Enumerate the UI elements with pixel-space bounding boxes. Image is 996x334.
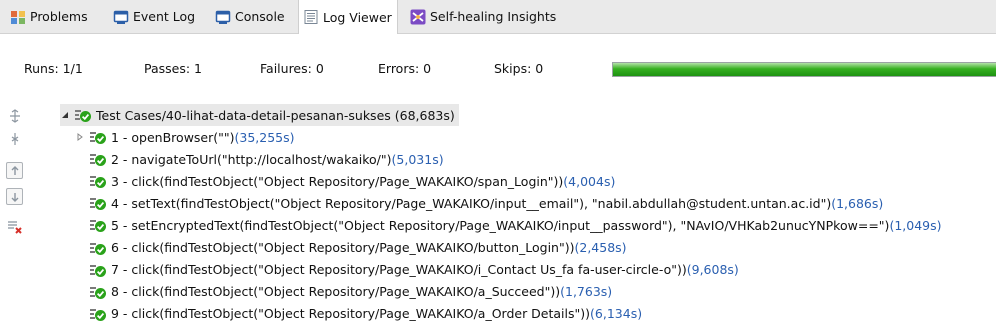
tab-label: Log Viewer — [323, 9, 392, 25]
tree-step-row[interactable]: 2 - navigateToUrl("http://localhost/waka… — [89, 148, 444, 170]
show-failures-only-icon — [7, 220, 22, 234]
test-progress-bar — [612, 62, 996, 77]
step-passed-icon — [90, 264, 106, 277]
passes-count: Passes: 1 — [144, 61, 203, 76]
expand-all-button[interactable] — [6, 107, 23, 124]
tab-log-viewer[interactable]: Log Viewer — [298, 0, 398, 34]
console-icon — [215, 10, 231, 24]
tab-label: Event Log — [133, 9, 196, 24]
tree-step-row[interactable]: 9 - click(findTestObject("Object Reposit… — [89, 303, 642, 325]
test-passed-icon — [75, 110, 91, 122]
step-text: 9 - click(findTestObject("Object Reposit… — [111, 306, 591, 322]
tab-problems[interactable]: Problems — [10, 0, 88, 33]
tree-step-row[interactable]: 6 - click(findTestObject("Object Reposit… — [89, 237, 627, 259]
progress-bar-fill — [613, 63, 996, 76]
step-duration: (6,134s) — [590, 306, 643, 322]
collapse-all-icon — [11, 132, 18, 145]
log-viewer-toolbar — [0, 104, 28, 254]
tab-label: Problems — [30, 9, 88, 24]
expand-all-icon — [9, 108, 20, 123]
tree-step-row[interactable]: 4 - setText(findTestObject("Object Repos… — [89, 192, 883, 214]
step-passed-icon — [90, 220, 106, 233]
previous-failure-icon — [11, 165, 18, 175]
tree-step-row[interactable]: 1 - openBrowser("") (35,255s) — [75, 126, 295, 148]
next-failure-icon — [11, 192, 18, 202]
runs-count: Runs: 1/1 — [24, 61, 83, 76]
log-viewer-icon — [304, 10, 318, 24]
problems-icon — [11, 10, 25, 24]
tree-step-row[interactable]: 7 - click(findTestObject("Object Reposit… — [89, 259, 739, 281]
test-run-summary: Runs: 1/1 Passes: 1 Failures: 0 Errors: … — [0, 54, 996, 84]
step-text: 6 - click(findTestObject("Object Reposit… — [111, 240, 575, 255]
step-passed-icon — [90, 308, 106, 321]
step-text: 2 - navigateToUrl("http://localhost/waka… — [111, 151, 392, 167]
tab-event-log[interactable]: Event Log — [113, 0, 195, 33]
tab-label: Console — [235, 9, 285, 24]
step-duration: (1,049s) — [889, 217, 942, 233]
step-text: 3 - click(findTestObject("Object Reposit… — [111, 173, 564, 189]
step-passed-icon — [90, 132, 106, 144]
tree-step-row[interactable]: 3 - click(findTestObject("Object Reposit… — [89, 170, 615, 192]
step-text: 8 - click(findTestObject("Object Reposit… — [111, 284, 561, 300]
step-text: 1 - openBrowser("") — [111, 129, 235, 145]
errors-count: Errors: 0 — [378, 61, 432, 76]
tree-step-row[interactable]: 5 - setEncryptedText(findTestObject("Obj… — [89, 214, 942, 236]
tab-label: Self-healing Insights — [430, 9, 557, 24]
collapsed-triangle-icon[interactable] — [75, 132, 85, 142]
tree-root-test-case[interactable]: Test Cases/40-lihat-data-detail-pesanan-… — [60, 104, 459, 126]
step-duration: (35,255s) — [234, 129, 295, 145]
tree-step-row[interactable]: 8 - click(findTestObject("Object Reposit… — [89, 281, 612, 303]
step-passed-icon — [90, 176, 106, 189]
collapse-all-button[interactable] — [6, 130, 23, 147]
step-text: 5 - setEncryptedText(findTestObject("Obj… — [111, 217, 890, 233]
show-failures-only-button[interactable] — [6, 218, 23, 235]
tab-console[interactable]: Console — [215, 0, 285, 33]
step-duration: (4,004s) — [563, 173, 616, 189]
step-passed-icon — [90, 242, 106, 255]
step-duration: (1,763s) — [560, 284, 613, 300]
tab-self-healing-insights[interactable]: Self-healing Insights — [410, 0, 556, 33]
previous-failure-button[interactable] — [6, 162, 23, 179]
event-log-icon — [113, 10, 129, 24]
next-failure-button[interactable] — [6, 188, 23, 205]
step-duration: (9,608s) — [686, 262, 739, 278]
step-duration: (2,458s) — [574, 240, 627, 255]
step-passed-icon — [90, 286, 106, 299]
skips-count: Skips: 0 — [494, 61, 544, 76]
step-duration: (5,031s) — [391, 151, 444, 167]
view-tab-bar: Problems Event Log Console Log Viewer Se… — [0, 0, 996, 34]
tree-root-label: Test Cases/40-lihat-data-detail-pesanan-… — [96, 107, 455, 123]
self-healing-icon — [410, 9, 426, 24]
step-text: 4 - setText(findTestObject("Object Repos… — [111, 195, 832, 211]
step-text: 7 - click(findTestObject("Object Reposit… — [111, 262, 687, 278]
step-passed-icon — [90, 198, 106, 211]
step-passed-icon — [90, 154, 106, 167]
expanded-triangle-icon[interactable] — [60, 110, 70, 120]
failures-count: Failures: 0 — [260, 61, 324, 76]
step-duration: (1,686s) — [831, 195, 884, 211]
